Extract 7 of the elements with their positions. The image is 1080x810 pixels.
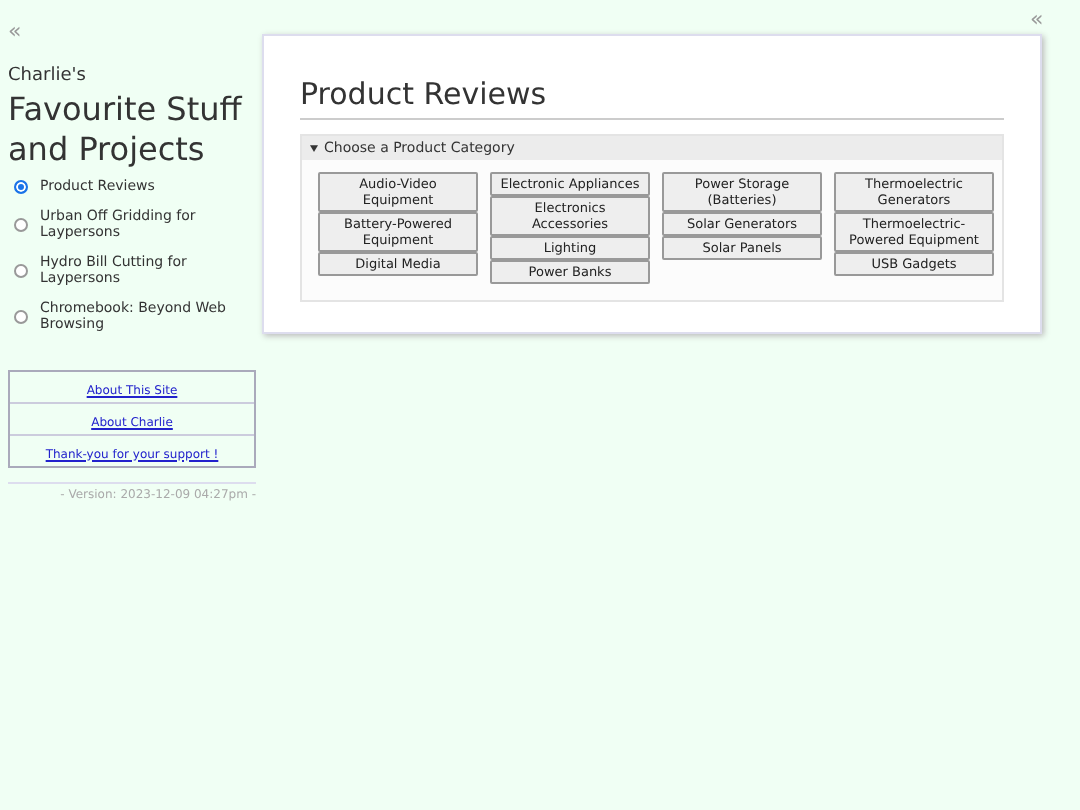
radio-button[interactable] bbox=[14, 309, 28, 323]
page-heading: Product Reviews bbox=[300, 76, 1004, 120]
site-subtitle: Charlie's bbox=[8, 66, 88, 86]
radio-button[interactable] bbox=[14, 217, 28, 231]
radio-button[interactable] bbox=[14, 263, 28, 277]
radio-button[interactable] bbox=[14, 179, 28, 194]
site-title: Favourite Stuff and Projects bbox=[8, 90, 245, 170]
